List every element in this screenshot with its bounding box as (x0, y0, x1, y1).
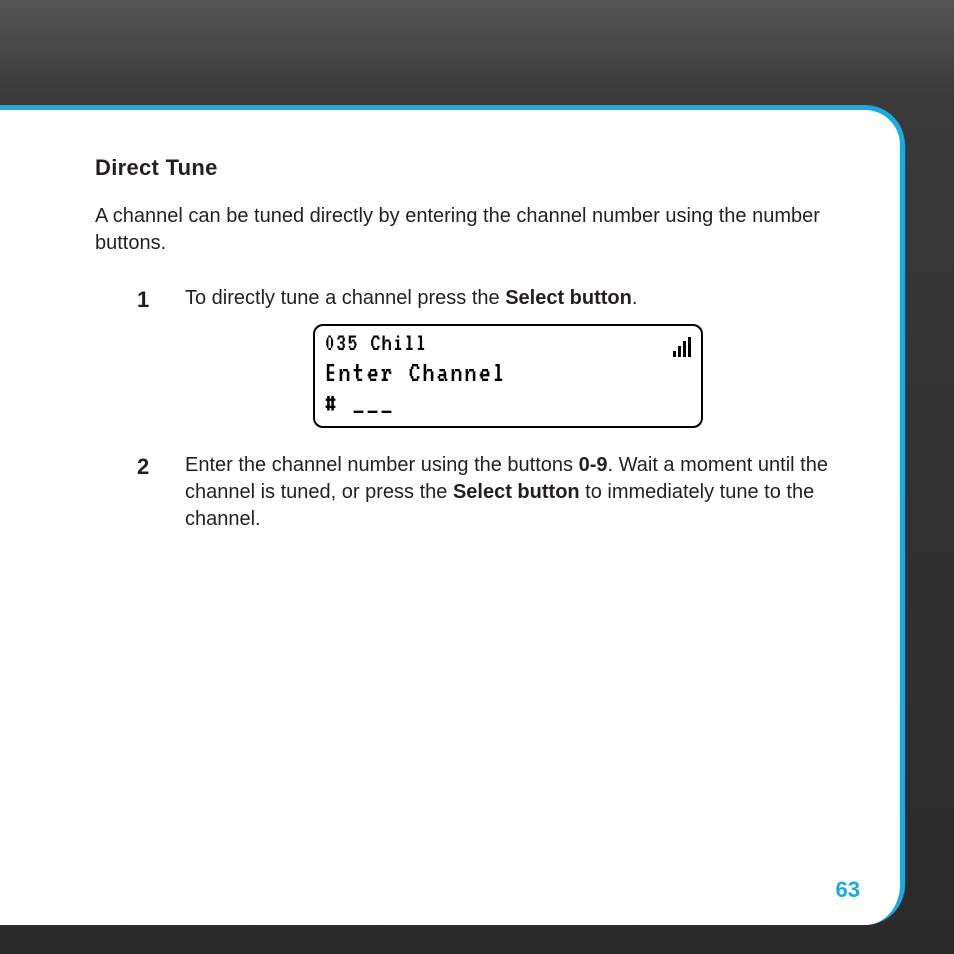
step2-bold2: Select button (453, 481, 580, 503)
step-2: Enter the channel number using the butto… (137, 452, 830, 533)
lcd-line2: Enter Channel (325, 357, 507, 389)
lcd-row-3: # ___ (325, 389, 691, 421)
lcd-display: 035 Chill Enter Channel # ___ (313, 324, 703, 428)
section-title: Direct Tune (95, 155, 830, 181)
section-intro: A channel can be tuned directly by enter… (95, 203, 830, 257)
lcd-row-2: Enter Channel (325, 357, 691, 389)
step2-pre: Enter the channel number using the butto… (185, 454, 579, 476)
step-text: To directly tune a channel press the (185, 287, 505, 309)
steps-list: To directly tune a channel press the Sel… (137, 285, 830, 533)
lcd-line3: # ___ (325, 389, 395, 421)
manual-page: Direct Tune A channel can be tuned direc… (0, 105, 905, 925)
step-bold: Select button (505, 287, 632, 309)
signal-icon (673, 337, 691, 357)
step-1: To directly tune a channel press the Sel… (137, 285, 830, 428)
lcd-row-1: 035 Chill (325, 330, 691, 357)
step2-bold1: 0-9 (579, 454, 608, 476)
step-text-post: . (632, 287, 638, 309)
page-number: 63 (836, 877, 860, 903)
lcd-line1: 035 Chill (325, 330, 428, 357)
